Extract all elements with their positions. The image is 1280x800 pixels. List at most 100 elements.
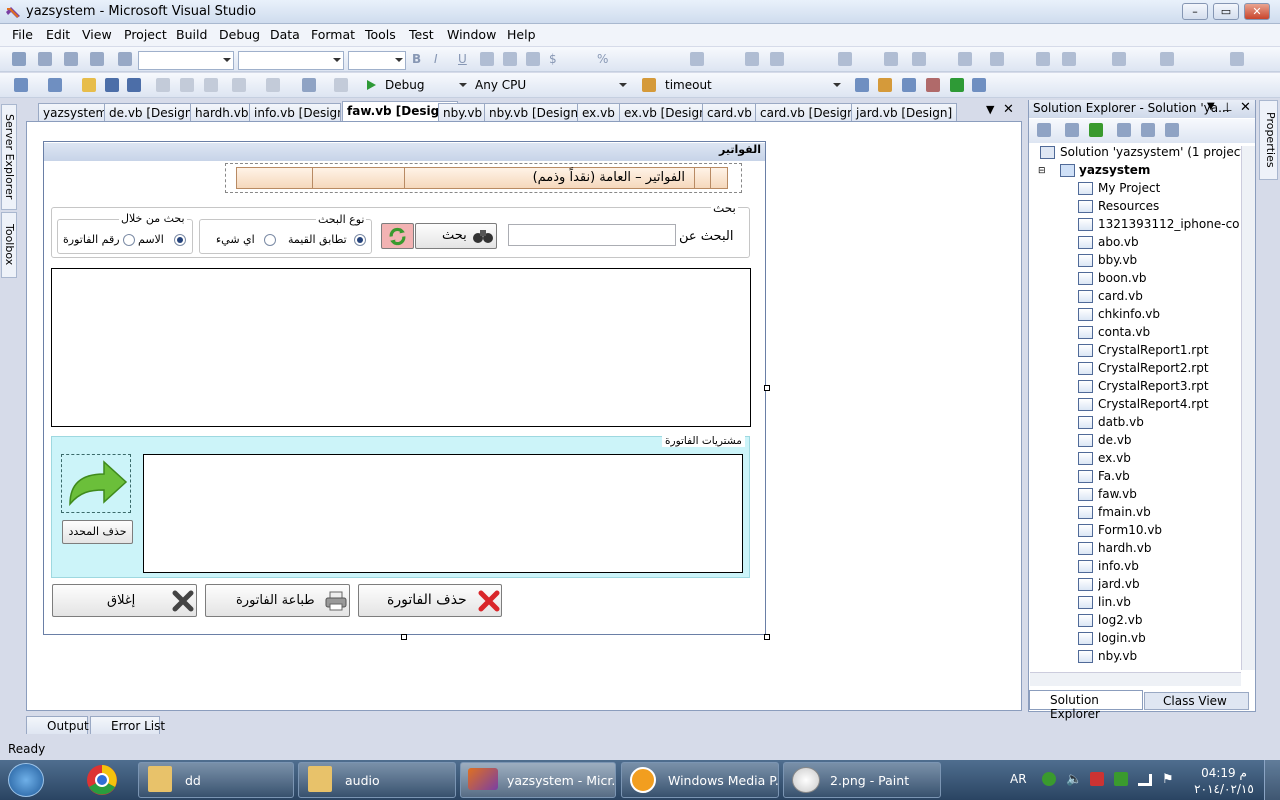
paste-icon[interactable] [204,78,218,92]
start-button[interactable] [8,763,44,797]
signal-icon[interactable] [1138,774,1152,786]
menu-edit[interactable]: Edit [46,27,70,42]
radio-anything[interactable] [264,234,276,246]
align-bottoms-icon[interactable] [1036,52,1050,66]
resize-handle-corner[interactable] [764,634,770,640]
menu-build[interactable]: Build [176,27,207,42]
tab-hardh[interactable]: hardh.vb [190,103,254,121]
spacing-icon[interactable] [1160,52,1174,66]
align-tops-icon[interactable] [990,52,1004,66]
properties-window-icon[interactable] [878,78,892,92]
tree-item[interactable]: jard.vb [1098,577,1140,591]
navigate-forward-icon[interactable] [334,78,348,92]
properties-icon[interactable] [1037,123,1051,137]
header-panel[interactable]: الفواتير – العامة (نقداً وذمم) [225,163,742,193]
tree-item[interactable]: 1321393112_iphone-control [1098,217,1240,231]
radio-exact-match[interactable] [354,234,366,246]
tree-item[interactable]: boon.vb [1098,271,1146,285]
layout-icon[interactable] [12,52,26,66]
solution-explorer-icon[interactable] [855,78,869,92]
lock-controls-icon[interactable] [90,52,104,66]
align-left-icon[interactable] [480,52,494,66]
center-horizontally-icon[interactable] [1230,52,1244,66]
tree-item[interactable]: bby.vb [1098,253,1137,267]
tab-yazsystem[interactable]: yazsystem [38,103,113,121]
outdent-icon[interactable] [770,52,784,66]
tab-class-view[interactable]: Class View [1144,692,1249,710]
show-all-files-icon[interactable] [1065,123,1079,137]
undo-icon[interactable] [232,78,246,92]
tree-vertical-scrollbar[interactable] [1241,146,1255,670]
tab-error-list[interactable]: Error List [90,716,165,734]
properties-tab[interactable]: Properties [1259,100,1278,180]
pin-icon[interactable]: ⊥ [1222,100,1232,114]
menu-data[interactable]: Data [270,27,300,42]
cut-icon[interactable] [156,78,170,92]
tree-item[interactable]: ex.vb [1098,451,1131,465]
chrome-icon[interactable] [85,763,125,797]
zoom-combo[interactable] [348,51,406,70]
panel-dropdown-icon[interactable]: ▼ [1207,101,1215,112]
same-width-icon[interactable] [1062,52,1076,66]
align-center-icon[interactable] [503,52,517,66]
find-combo[interactable]: timeout [660,76,844,95]
open-file-icon[interactable] [82,78,96,92]
start-page-icon[interactable] [950,78,964,92]
clock-time[interactable]: 04:19 م [1192,766,1256,780]
tree-item[interactable]: Resources [1098,199,1159,213]
network-globe-icon[interactable] [1042,772,1056,786]
tab-output[interactable]: Output [26,716,89,734]
tree-horizontal-scrollbar[interactable] [1030,672,1241,686]
tree-item[interactable]: de.vb [1098,433,1132,447]
find-in-files-icon[interactable] [642,78,656,92]
clock-date[interactable]: ٢٠١٤/٠٢/١٥ [1192,782,1256,796]
properties-icon[interactable] [118,52,132,66]
tree-item[interactable]: info.vb [1098,559,1139,573]
italic-icon[interactable]: I [434,52,448,66]
resize-handle-right[interactable] [764,385,770,391]
add-item-icon[interactable] [48,78,62,92]
tree-item[interactable]: CrystalReport1.rpt [1098,343,1209,357]
tree-item[interactable]: card.vb [1098,289,1143,303]
redo-icon[interactable] [266,78,280,92]
indent-icon[interactable] [745,52,759,66]
menu-file[interactable]: File [12,27,33,42]
close-button[interactable]: ✕ [1244,3,1270,20]
show-desktop-button[interactable] [1264,760,1280,800]
project-node[interactable]: yazsystem [1079,163,1150,177]
tab-nby-design[interactable]: nby.vb [Design] [484,103,588,121]
class-diagram-icon[interactable] [1165,123,1179,137]
bold-icon[interactable]: B [412,52,426,66]
toolbox-icon[interactable] [926,78,940,92]
menu-project[interactable]: Project [124,27,167,42]
navigate-back-icon[interactable] [302,78,316,92]
tree-item[interactable]: Form10.vb [1098,523,1162,537]
underline-icon[interactable]: U [458,52,472,66]
tree-item[interactable]: CrystalReport4.rpt [1098,397,1209,411]
tab-de-design[interactable]: de.vb [Design] [104,103,203,121]
currency-icon[interactable]: $ [549,52,563,66]
tree-item[interactable]: faw.vb [1098,487,1137,501]
object-browser-icon[interactable] [902,78,916,92]
percent-icon[interactable]: % [597,52,611,66]
resize-handle-bottom[interactable] [401,634,407,640]
tree-item[interactable]: My Project [1098,181,1160,195]
tab-card-design[interactable]: card.vb [Design] [755,103,865,121]
font-size-combo[interactable] [238,51,344,70]
refresh-icon[interactable] [1089,123,1103,137]
save-icon[interactable] [105,78,119,92]
copy-icon[interactable] [180,78,194,92]
tree-item[interactable]: chkinfo.vb [1098,307,1160,321]
format-painter-icon[interactable] [690,52,704,66]
tree-item[interactable]: CrystalReport3.rpt [1098,379,1209,393]
view-designer-icon[interactable] [1141,123,1155,137]
align-grid-icon[interactable] [38,52,52,66]
menu-format[interactable]: Format [311,27,355,42]
tree-item[interactable]: Fa.vb [1098,469,1130,483]
collapse-icon[interactable]: ⊟ [1038,166,1046,176]
same-height-icon[interactable] [1112,52,1126,66]
invoices-grid[interactable] [51,268,751,427]
sync-icon[interactable] [1114,772,1128,786]
tree-item[interactable]: nby.vb [1098,649,1137,663]
menu-test[interactable]: Test [409,27,434,42]
